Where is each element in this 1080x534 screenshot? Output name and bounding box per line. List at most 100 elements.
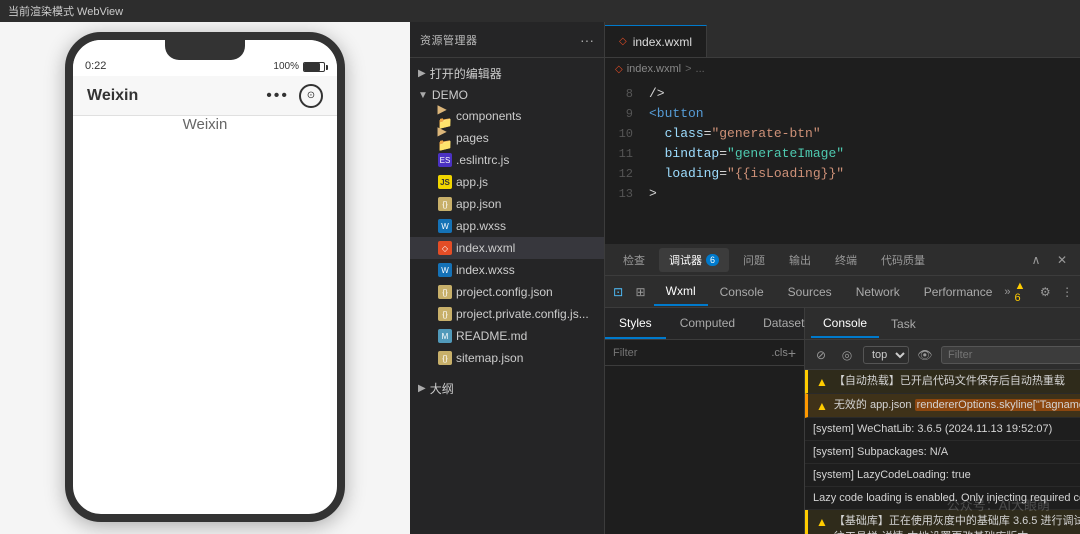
log-text-wechatlib: [system] WeChatLib: 3.6.5 (2024.11.13 19… bbox=[813, 421, 1080, 437]
left-devtools: Styles Computed Dataset Component Data bbox=[605, 308, 805, 534]
file-appwxss[interactable]: W app.wxss bbox=[410, 215, 604, 237]
file-appjs[interactable]: JS app.js bbox=[410, 171, 604, 193]
code-line-10: class="generate-btn" bbox=[649, 124, 1072, 144]
devtools-tab-inspect[interactable]: 检查 bbox=[613, 248, 655, 272]
outline-chevron: ▶ bbox=[418, 383, 426, 394]
styles-filter-input[interactable] bbox=[613, 347, 771, 359]
log-text-lazy-info: Lazy code loading is enabled. Only injec… bbox=[813, 490, 1080, 506]
devtools-tab-code-quality[interactable]: 代码质量 bbox=[871, 248, 935, 272]
breadcrumb-more: ... bbox=[696, 63, 705, 75]
outline-header[interactable]: ▶ 大纲 bbox=[410, 377, 604, 400]
console-eye-btn[interactable]: 👁 bbox=[915, 345, 935, 365]
more-options-btn[interactable]: ⋮ bbox=[1058, 282, 1076, 302]
log-line-invalid: ▲ 无效的 app.json rendererOptions.skyline["… bbox=[805, 394, 1080, 418]
file-eslint[interactable]: ES .eslintrc.js bbox=[410, 149, 604, 171]
breadcrumb-file: index.wxml bbox=[627, 63, 681, 75]
open-editors-chevron: ▶ bbox=[418, 68, 426, 79]
file-pages[interactable]: ▶ 📁 pages bbox=[410, 127, 604, 149]
wxss-icon-indexwxss: W bbox=[438, 263, 452, 277]
elements-tab-styles-label: Styles bbox=[619, 316, 652, 330]
console-context-select[interactable]: top bbox=[863, 346, 909, 364]
panel-tab-wxml[interactable]: Wxml bbox=[654, 278, 708, 306]
phone-frame: 0:22 100% Weixin ••• ⊙ Weixin bbox=[65, 32, 345, 522]
log-line-wechatlib: [system] WeChatLib: 3.6.5 (2024.11.13 19… bbox=[805, 418, 1080, 441]
file-name-appjson: app.json bbox=[456, 197, 501, 211]
file-indexwxml[interactable]: ◇ index.wxml bbox=[410, 237, 604, 259]
responsive-icon-btn[interactable]: ⊞ bbox=[631, 282, 649, 302]
phone-more-icon[interactable]: ••• bbox=[266, 87, 289, 105]
json-icon-projectconfig: {} bbox=[438, 285, 452, 299]
outline-label: 大纲 bbox=[430, 380, 454, 397]
panel-tab-network[interactable]: Network bbox=[844, 278, 912, 306]
phone-title: Weixin bbox=[87, 87, 138, 105]
console-tab-console-label: Console bbox=[823, 316, 867, 330]
breadcrumb: ◇ index.wxml > ... bbox=[605, 58, 1080, 80]
settings-icon-btn[interactable]: ⚙ bbox=[1036, 282, 1054, 302]
elements-tab-computed[interactable]: Computed bbox=[666, 308, 749, 339]
console-filter-input[interactable] bbox=[941, 346, 1080, 364]
elements-tab-styles[interactable]: Styles bbox=[605, 308, 666, 339]
code-line-11: bindtap="generateImage" bbox=[649, 144, 1072, 164]
log-line-baselib: ▲ 【基础库】正在使用灰度中的基础库 3.6.5 进行调试，如有问题，请前往工具… bbox=[805, 510, 1080, 534]
inspect-icon-btn[interactable]: ⊡ bbox=[609, 282, 627, 302]
log-highlight-text: rendererOptions.skyline["TagnameStyleIso… bbox=[915, 399, 1080, 411]
file-projectconfigjson[interactable]: {} project.config.json bbox=[410, 281, 604, 303]
tab-index-wxml[interactable]: ◇ index.wxml bbox=[605, 25, 707, 57]
log-text-subpackages: [system] Subpackages: N/A bbox=[813, 444, 1080, 460]
log-text-invalid: 无效的 app.json rendererOptions.skyline["Ta… bbox=[834, 397, 1080, 413]
devtools-tab-terminal-label: 终端 bbox=[835, 252, 857, 268]
file-readmemd[interactable]: M README.md bbox=[410, 325, 604, 347]
console-tab-task[interactable]: Task bbox=[879, 310, 928, 338]
console-context-btn[interactable]: ◎ bbox=[837, 345, 857, 365]
file-indexwxss[interactable]: W index.wxss bbox=[410, 259, 604, 281]
devtools-tab-output[interactable]: 输出 bbox=[779, 248, 821, 272]
json-icon-appjson: {} bbox=[438, 197, 452, 211]
console-ban-btn[interactable]: ⊘ bbox=[811, 345, 831, 365]
open-editors-header[interactable]: ▶ 打开的编辑器 bbox=[410, 62, 604, 85]
log-text-baselib: 【基础库】正在使用灰度中的基础库 3.6.5 进行调试，如有问题，请前往工具栏-… bbox=[834, 513, 1080, 534]
tab-label-index-wxml: index.wxml bbox=[633, 35, 692, 49]
file-panel-menu-icon[interactable]: ··· bbox=[580, 32, 594, 48]
debugger-badge: 6 bbox=[706, 254, 719, 266]
right-panel: ◇ index.wxml ◇ index.wxml > ... 8 9 10 1… bbox=[605, 22, 1080, 534]
devtools-close-btn[interactable]: ✕ bbox=[1052, 250, 1072, 270]
log-line-lazy-info: Lazy code loading is enabled. Only injec… bbox=[805, 487, 1080, 510]
panel-two-col: Styles Computed Dataset Component Data bbox=[605, 308, 1080, 534]
file-sitemapjson[interactable]: {} sitemap.json bbox=[410, 347, 604, 369]
devtools-tab-debugger[interactable]: 调试器 6 bbox=[659, 248, 729, 272]
code-line-13: > bbox=[649, 184, 1072, 204]
log-line-hotreload: ▲ 【自动热载】已开启代码文件保存后自动热重载 bbox=[805, 370, 1080, 394]
warn-icon-hotreload: ▲ bbox=[816, 374, 828, 390]
folder-icon-pages: ▶ 📁 bbox=[438, 131, 452, 145]
code-content[interactable]: /> <button class="generate-btn" bindtap=… bbox=[641, 80, 1080, 244]
console-tab-console[interactable]: Console bbox=[811, 310, 879, 338]
panel-tab-console[interactable]: Console bbox=[708, 278, 776, 306]
phone-content: Weixin bbox=[73, 116, 337, 133]
file-name-indexwxml: index.wxml bbox=[456, 241, 515, 255]
file-projectprivateconfigjs[interactable]: {} project.private.config.js... bbox=[410, 303, 604, 325]
panel-tab-sources[interactable]: Sources bbox=[776, 278, 844, 306]
devtools-collapse-btn[interactable]: ∧ bbox=[1026, 250, 1046, 270]
phone-battery-pct: 100% bbox=[273, 61, 299, 72]
line-num-13: 13 bbox=[605, 184, 633, 204]
styles-cls-btn[interactable]: .cls bbox=[771, 347, 788, 359]
md-icon-readme: M bbox=[438, 329, 452, 343]
console-toolbar: ⊘ ◎ top 👁 Default levels ▾ bbox=[805, 340, 1080, 370]
styles-plus-btn[interactable]: + bbox=[788, 345, 796, 361]
alert-badge: ▲ 6 bbox=[1015, 280, 1033, 304]
elements-tabs: Styles Computed Dataset Component Data bbox=[605, 308, 804, 340]
code-editor: 8 9 10 11 12 13 /> <button class="genera… bbox=[605, 80, 1080, 244]
phone-time: 0:22 bbox=[85, 60, 106, 72]
phone-dot-icon[interactable]: ⊙ bbox=[299, 84, 323, 108]
line-num-9: 9 bbox=[605, 104, 633, 124]
more-tabs-icon[interactable]: » bbox=[1004, 286, 1010, 298]
code-line-9: <button bbox=[649, 104, 1072, 124]
panel-tab-performance[interactable]: Performance bbox=[912, 278, 1005, 306]
line-num-12: 12 bbox=[605, 164, 633, 184]
main-layout: 0:22 100% Weixin ••• ⊙ Weixin bbox=[0, 22, 1080, 534]
file-appjson[interactable]: {} app.json bbox=[410, 193, 604, 215]
devtools-tab-issues[interactable]: 问题 bbox=[733, 248, 775, 272]
phone-notch bbox=[165, 40, 245, 60]
wxml-icon-indexwxml: ◇ bbox=[438, 241, 452, 255]
devtools-tab-terminal[interactable]: 终端 bbox=[825, 248, 867, 272]
